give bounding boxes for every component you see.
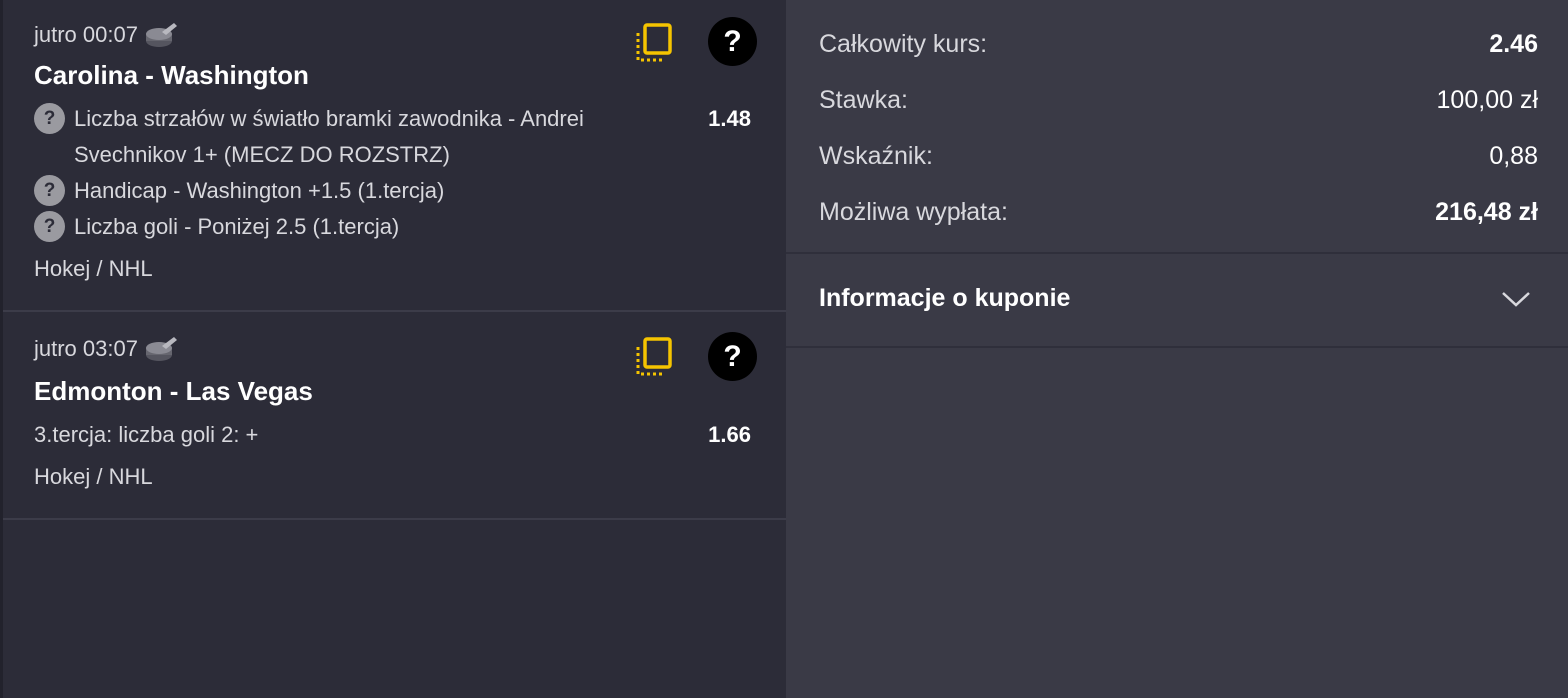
help-icon[interactable]: ? <box>708 17 757 66</box>
selection-odds: 1.48 <box>708 106 751 131</box>
event-time: jutro 03:07 <box>34 336 138 361</box>
event-time: jutro 00:07 <box>34 22 138 47</box>
selection-item: ? Handicap - Washington +1.5 (1.tercja) <box>34 173 754 209</box>
stake-row: Stawka: 100,00 zł <box>819 82 1538 118</box>
payout-value: 216,48 zł <box>1435 197 1538 226</box>
total-odds-label: Całkowity kurs: <box>819 29 988 58</box>
ratio-row: Wskaźnik: 0,88 <box>819 138 1538 174</box>
selection-list: 3.tercja: liczba goli 2: + 1.66 <box>34 417 754 453</box>
selection-item: ? Liczba goli - Poniżej 2.5 (1.tercja) <box>34 209 754 245</box>
copy-icon[interactable] <box>633 336 673 378</box>
divider <box>786 346 1568 348</box>
payout-row: Możliwa wypłata: 216,48 zł <box>819 194 1538 230</box>
chevron-down-icon[interactable] <box>1501 290 1531 308</box>
event-time-row: jutro 03:07 <box>34 334 178 364</box>
selection-text: 3.tercja: liczba goli 2: + <box>34 422 259 447</box>
event-card: jutro 00:07 Carolina - Washington ? ? Li… <box>3 0 786 312</box>
selection-odds: 1.66 <box>708 422 751 447</box>
payout-label: Możliwa wypłata: <box>819 197 1008 226</box>
selection-text: Handicap - Washington +1.5 (1.tercja) <box>74 178 445 203</box>
match-title[interactable]: Edmonton - Las Vegas <box>34 376 313 407</box>
bet-slip-events-panel: jutro 00:07 Carolina - Washington ? ? Li… <box>0 0 786 698</box>
copy-icon[interactable] <box>633 22 673 64</box>
stake-value: 100,00 zł <box>1436 85 1538 114</box>
ratio-label: Wskaźnik: <box>819 141 933 170</box>
event-time-row: jutro 00:07 <box>34 20 178 50</box>
question-icon[interactable]: ? <box>34 103 65 134</box>
hockey-puck-icon <box>145 337 177 361</box>
hockey-puck-icon <box>145 23 177 47</box>
help-icon[interactable]: ? <box>708 332 757 381</box>
question-icon[interactable]: ? <box>34 211 65 242</box>
total-odds-value: 2.46 <box>1489 29 1538 58</box>
stake-label: Stawka: <box>819 85 908 114</box>
question-icon[interactable]: ? <box>34 175 65 206</box>
coupon-info-label: Informacje o kuponie <box>819 284 1071 312</box>
event-category: Hokej / NHL <box>34 464 153 489</box>
coupon-info-toggle[interactable]: Informacje o kuponie <box>786 254 1568 346</box>
selection-text: Liczba strzałów w światło bramki zawodni… <box>74 106 584 167</box>
match-title[interactable]: Carolina - Washington <box>34 60 309 91</box>
selection-text: Liczba goli - Poniżej 2.5 (1.tercja) <box>74 214 400 239</box>
event-category: Hokej / NHL <box>34 256 153 281</box>
selection-item: 3.tercja: liczba goli 2: + 1.66 <box>34 417 754 453</box>
ratio-value: 0,88 <box>1489 141 1538 170</box>
event-card: jutro 03:07 Edmonton - Las Vegas ? 3.ter… <box>3 312 786 520</box>
selection-item: ? Liczba strzałów w światło bramki zawod… <box>34 101 754 173</box>
total-odds-row: Całkowity kurs: 2.46 <box>819 26 1538 62</box>
selection-list: ? Liczba strzałów w światło bramki zawod… <box>34 101 754 245</box>
coupon-summary-panel: Całkowity kurs: 2.46 Stawka: 100,00 zł W… <box>786 0 1568 698</box>
